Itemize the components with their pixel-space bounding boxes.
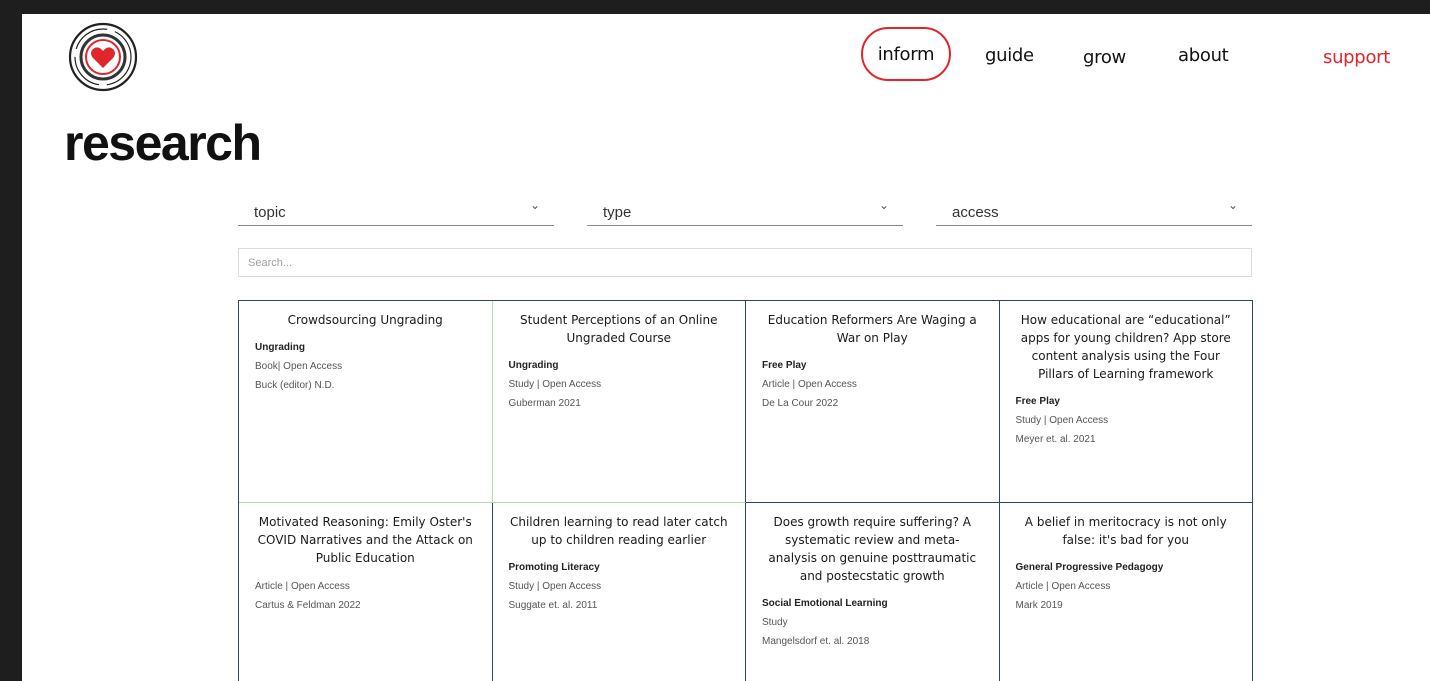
card-title: How educational are “educational” apps f…: [1020, 313, 1231, 381]
search-input[interactable]: [238, 248, 1252, 277]
card-type-access: Study: [762, 617, 788, 628]
card-title: Student Perceptions of an Online Ungrade…: [520, 313, 718, 345]
card-topic: Social Emotional Learning: [762, 598, 888, 609]
card-type-access: Study | Open Access: [1015, 415, 1109, 426]
research-card[interactable]: How educational are “educational” apps f…: [999, 301, 1253, 503]
research-grid: Crowdsourcing Ungrading Ungrading Book| …: [238, 300, 1253, 681]
card-author-year: De La Cour 2022: [762, 398, 839, 409]
card-topic: Free Play: [762, 360, 807, 371]
research-card[interactable]: Motivated Reasoning: Emily Oster's COVID…: [239, 503, 493, 681]
heart-logo-icon[interactable]: [66, 20, 140, 94]
nav-guide[interactable]: guide: [985, 45, 1034, 66]
card-type-access: Study | Open Access: [508, 379, 602, 390]
card-title: Crowdsourcing Ungrading: [287, 313, 443, 327]
chevron-down-icon: ⌄: [529, 198, 540, 212]
card-type-access: Article | Open Access: [762, 379, 857, 390]
card-topic: Promoting Literacy: [508, 562, 600, 573]
nav-support[interactable]: support: [1323, 47, 1390, 68]
card-title: A belief in meritocracy is not only fals…: [1024, 515, 1227, 547]
nav-inform[interactable]: inform: [861, 27, 951, 81]
nav-grow[interactable]: grow: [1083, 47, 1126, 68]
chevron-down-icon: ⌄: [1227, 198, 1238, 212]
card-author-year: Mark 2019: [1015, 600, 1063, 611]
nav-about[interactable]: about: [1178, 45, 1229, 66]
page: inform guide grow about support research…: [22, 14, 1430, 681]
card-author-year: Mangelsdorf et. al. 2018: [762, 636, 870, 647]
card-author-year: Suggate et. al. 2011: [508, 600, 598, 611]
card-topic: Ungrading: [508, 360, 559, 371]
card-type-access: Study | Open Access: [508, 581, 602, 592]
card-title: Education Reformers Are Waging a War on …: [767, 313, 977, 345]
topic-filter-label: topic: [254, 204, 286, 221]
card-type-access: Article | Open Access: [1015, 581, 1111, 592]
access-filter-select[interactable]: access ⌄: [936, 198, 1252, 226]
card-type-access: Book| Open Access: [255, 361, 343, 372]
card-author-year: Buck (editor) N.D.: [255, 380, 335, 391]
card-title: Does growth require suffering? A systema…: [768, 515, 977, 583]
access-filter-label: access: [952, 204, 999, 221]
research-card[interactable]: Does growth require suffering? A systema…: [746, 503, 1000, 681]
card-topic: General Progressive Pedagogy: [1015, 562, 1164, 573]
chevron-down-icon: ⌄: [878, 198, 889, 212]
page-title: research: [64, 115, 262, 171]
type-filter-label: type: [603, 204, 632, 221]
research-card[interactable]: Education Reformers Are Waging a War on …: [746, 301, 1000, 503]
card-type-access: Article | Open Access: [255, 581, 350, 592]
card-author-year: Guberman 2021: [508, 398, 581, 409]
research-card[interactable]: Crowdsourcing Ungrading Ungrading Book| …: [239, 301, 493, 503]
card-author-year: Meyer et. al. 2021: [1015, 434, 1096, 445]
type-filter-select[interactable]: type ⌄: [587, 198, 903, 226]
card-title: Motivated Reasoning: Emily Oster's COVID…: [257, 515, 473, 565]
card-author-year: Cartus & Feldman 2022: [255, 600, 361, 611]
research-card[interactable]: Student Perceptions of an Online Ungrade…: [492, 301, 746, 503]
card-topic: Ungrading: [255, 342, 305, 353]
research-card[interactable]: Children learning to read later catch up…: [492, 503, 746, 681]
card-topic: Free Play: [1015, 396, 1060, 407]
topic-filter-select[interactable]: topic ⌄: [238, 198, 554, 226]
research-card[interactable]: A belief in meritocracy is not only fals…: [999, 503, 1253, 681]
card-title: Children learning to read later catch up…: [509, 515, 728, 547]
